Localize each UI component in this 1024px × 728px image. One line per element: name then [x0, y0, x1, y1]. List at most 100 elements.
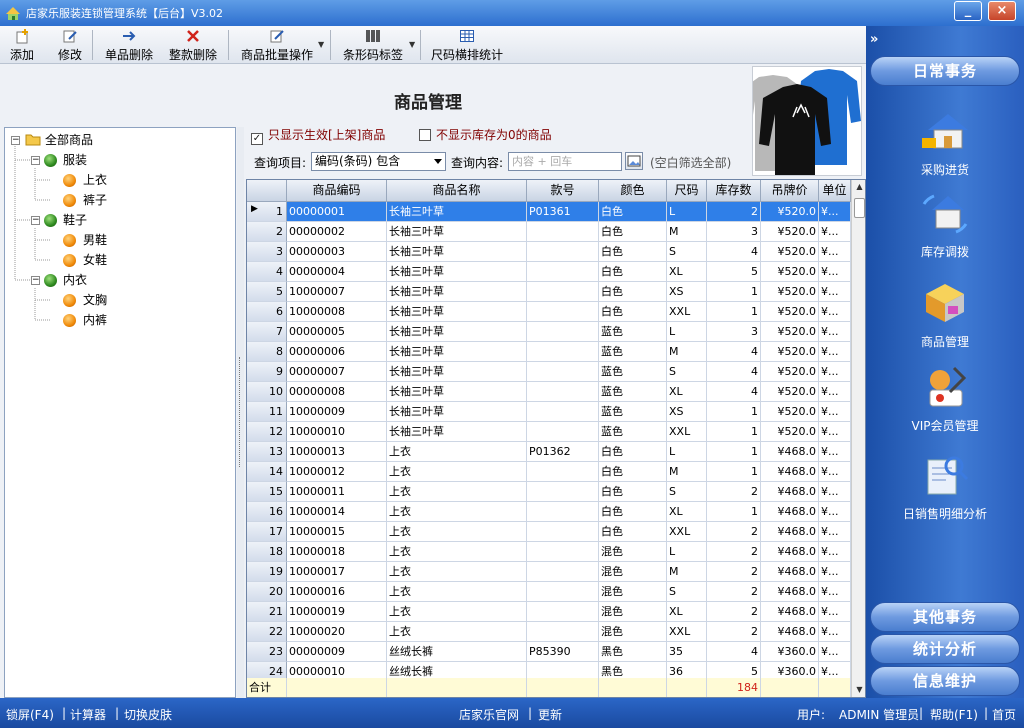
table-row[interactable]: 1 00000001 长袖三叶草 P01361 白色 L 2 ¥520.0 ¥... — [247, 202, 851, 222]
table-row[interactable]: 11 10000009 长袖三叶草 蓝色 XS 1 ¥520.0 ¥... — [247, 402, 851, 422]
purchase-item[interactable]: 采购进货 — [870, 108, 1020, 178]
tree-collapse-icon[interactable]: − — [31, 216, 40, 225]
tree-collapse-icon[interactable]: − — [31, 156, 40, 165]
query-picker-button[interactable] — [625, 152, 643, 170]
delete-style-button[interactable]: 整款删除 — [166, 28, 220, 62]
official-site-link[interactable]: 店家乐官网 — [459, 706, 519, 723]
scroll-up-icon[interactable]: ▲ — [853, 180, 865, 194]
daily-sales-analysis-item[interactable]: 日销售明细分析 — [870, 452, 1020, 522]
vertical-scrollbar[interactable]: ▲ ▼ — [851, 180, 865, 697]
product-manage-item[interactable]: 商品管理 — [870, 280, 1020, 350]
only-active-checkbox[interactable]: ✓ 只显示生效[上架]商品 — [251, 127, 385, 145]
table-row[interactable]: 7 00000005 长袖三叶草 蓝色 L 3 ¥520.0 ¥... — [247, 322, 851, 342]
table-cell: S — [667, 242, 707, 262]
minimize-button[interactable]: _ — [954, 1, 982, 21]
table-row[interactable]: 13 10000013 上衣 P01362 白色 L 1 ¥468.0 ¥... — [247, 442, 851, 462]
column-header[interactable]: 商品编码 — [287, 180, 387, 202]
info-maintenance-button[interactable]: 信息维护 — [870, 666, 1020, 696]
column-header[interactable]: 款号 — [527, 180, 599, 202]
tree-item-underwear[interactable]: 内衣 — [63, 271, 87, 289]
table-row[interactable]: 21 10000019 上衣 混色 XL 2 ¥468.0 ¥... — [247, 602, 851, 622]
tree-collapse-icon[interactable]: − — [31, 276, 40, 285]
tree-item-womens-shoes[interactable]: 女鞋 — [83, 251, 107, 269]
table-row[interactable]: 2 00000002 长袖三叶草 白色 M 3 ¥520.0 ¥... — [247, 222, 851, 242]
table-row[interactable]: 4 00000004 长袖三叶草 白色 XL 5 ¥520.0 ¥... — [247, 262, 851, 282]
column-header[interactable]: 颜色 — [599, 180, 667, 202]
tree-collapse-icon[interactable]: − — [11, 136, 20, 145]
table-row[interactable]: 18 10000018 上衣 混色 L 2 ¥468.0 ¥... — [247, 542, 851, 562]
table-row[interactable]: 17 10000015 上衣 白色 XXL 2 ¥468.0 ¥... — [247, 522, 851, 542]
table-row[interactable]: 12 10000010 长袖三叶草 蓝色 XXL 1 ¥520.0 ¥... — [247, 422, 851, 442]
tree-item-bra[interactable]: 文胸 — [83, 291, 107, 309]
query-content-input[interactable]: 内容 + 回车 — [508, 152, 622, 171]
edit-button[interactable]: 修改 — [54, 28, 86, 62]
column-header[interactable]: 吊牌价 — [761, 180, 819, 202]
table-row[interactable]: 19 10000017 上衣 混色 M 2 ¥468.0 ¥... — [247, 562, 851, 582]
column-header[interactable]: 单位 — [819, 180, 851, 202]
update-link[interactable]: 更新 — [538, 706, 562, 723]
table-cell: 2 — [707, 522, 761, 542]
collapse-panel-icon[interactable]: » — [870, 32, 878, 47]
delete-item-button[interactable]: 单品删除 — [102, 28, 156, 62]
barcode-dropdown-icon[interactable]: ▼ — [409, 40, 415, 49]
vip-manage-item[interactable]: VIP会员管理 — [870, 364, 1020, 434]
table-row[interactable]: 22 10000020 上衣 混色 XXL 2 ¥468.0 ¥... — [247, 622, 851, 642]
column-header[interactable]: 商品名称 — [387, 180, 527, 202]
help-link[interactable]: 帮助(F1) — [930, 706, 978, 723]
tree-item-pants[interactable]: 裤子 — [83, 191, 107, 209]
table-row[interactable]: 6 10000008 长袖三叶草 白色 XXL 1 ¥520.0 ¥... — [247, 302, 851, 322]
table-row[interactable]: 23 00000009 丝绒长裤 P85390 黑色 35 4 ¥360.0 ¥... — [247, 642, 851, 662]
column-header[interactable]: 尺码 — [667, 180, 707, 202]
size-stats-button[interactable]: 尺码横排统计 — [428, 28, 506, 62]
table-cell — [527, 482, 599, 502]
column-header[interactable]: 库存数 — [707, 180, 761, 202]
hide-zero-stock-checkbox[interactable]: 不显示库存为0的商品 — [419, 127, 552, 143]
calculator-link[interactable]: 计算器 — [70, 706, 106, 723]
table-row[interactable]: 8 00000006 长袖三叶草 蓝色 M 4 ¥520.0 ¥... — [247, 342, 851, 362]
row-number: 14 — [247, 462, 287, 482]
row-number: 23 — [247, 642, 287, 662]
tree-item-briefs[interactable]: 内裤 — [83, 311, 107, 329]
barcode-label-button[interactable]: 条形码标签 — [340, 28, 406, 62]
table-row[interactable]: 16 10000014 上衣 白色 XL 1 ¥468.0 ¥... — [247, 502, 851, 522]
panel-splitter[interactable] — [237, 127, 244, 698]
other-tasks-button[interactable]: 其他事务 — [870, 602, 1020, 632]
tree-item-clothing[interactable]: 服装 — [63, 151, 87, 169]
batch-ops-button[interactable]: 商品批量操作 — [238, 28, 316, 62]
table-cell — [527, 362, 599, 382]
query-item-select[interactable]: 编码(条码) 包含 — [311, 152, 446, 171]
scroll-down-icon[interactable]: ▼ — [853, 683, 865, 697]
table-cell: S — [667, 362, 707, 382]
table-row[interactable]: 15 10000011 上衣 白色 S 2 ¥468.0 ¥... — [247, 482, 851, 502]
table-row[interactable]: 14 10000012 上衣 白色 M 1 ¥468.0 ¥... — [247, 462, 851, 482]
separator: | — [115, 706, 120, 720]
lock-screen-link[interactable]: 锁屏(F4) — [6, 706, 54, 723]
daily-tasks-button[interactable]: 日常事务 — [870, 56, 1020, 86]
table-cell: 1 — [707, 462, 761, 482]
tree-item-mens-shoes[interactable]: 男鞋 — [83, 231, 107, 249]
add-button[interactable]: 添加 — [6, 28, 38, 62]
tree-item-shoes[interactable]: 鞋子 — [63, 211, 87, 229]
tree-item-tops[interactable]: 上衣 — [83, 171, 107, 189]
table-cell — [527, 522, 599, 542]
close-button[interactable]: × — [988, 1, 1016, 21]
table-cell: 5 — [707, 262, 761, 282]
scroll-thumb[interactable] — [854, 198, 865, 218]
table-row[interactable]: 20 10000016 上衣 混色 S 2 ¥468.0 ¥... — [247, 582, 851, 602]
table-cell — [527, 402, 599, 422]
statistics-button[interactable]: 统计分析 — [870, 634, 1020, 664]
table-cell: ¥... — [819, 442, 851, 462]
transfer-item[interactable]: 库存调拨 — [870, 190, 1020, 260]
separator: | — [919, 706, 924, 720]
table-row[interactable]: 5 10000007 长袖三叶草 白色 XS 1 ¥520.0 ¥... — [247, 282, 851, 302]
window-title: 店家乐服装连锁管理系统【后台】V3.02 — [26, 7, 224, 20]
table-row[interactable]: 3 00000003 长袖三叶草 白色 S 4 ¥520.0 ¥... — [247, 242, 851, 262]
table-row[interactable]: 9 00000007 长袖三叶草 蓝色 S 4 ¥520.0 ¥... — [247, 362, 851, 382]
table-cell: M — [667, 562, 707, 582]
table-row[interactable]: 10 00000008 长袖三叶草 蓝色 XL 4 ¥520.0 ¥... — [247, 382, 851, 402]
switch-skin-link[interactable]: 切换皮肤 — [124, 706, 172, 723]
batch-ops-dropdown-icon[interactable]: ▼ — [318, 40, 324, 49]
separator: | — [62, 706, 67, 720]
tree-root-label[interactable]: 全部商品 — [45, 131, 93, 149]
home-link[interactable]: 首页 — [992, 706, 1016, 723]
